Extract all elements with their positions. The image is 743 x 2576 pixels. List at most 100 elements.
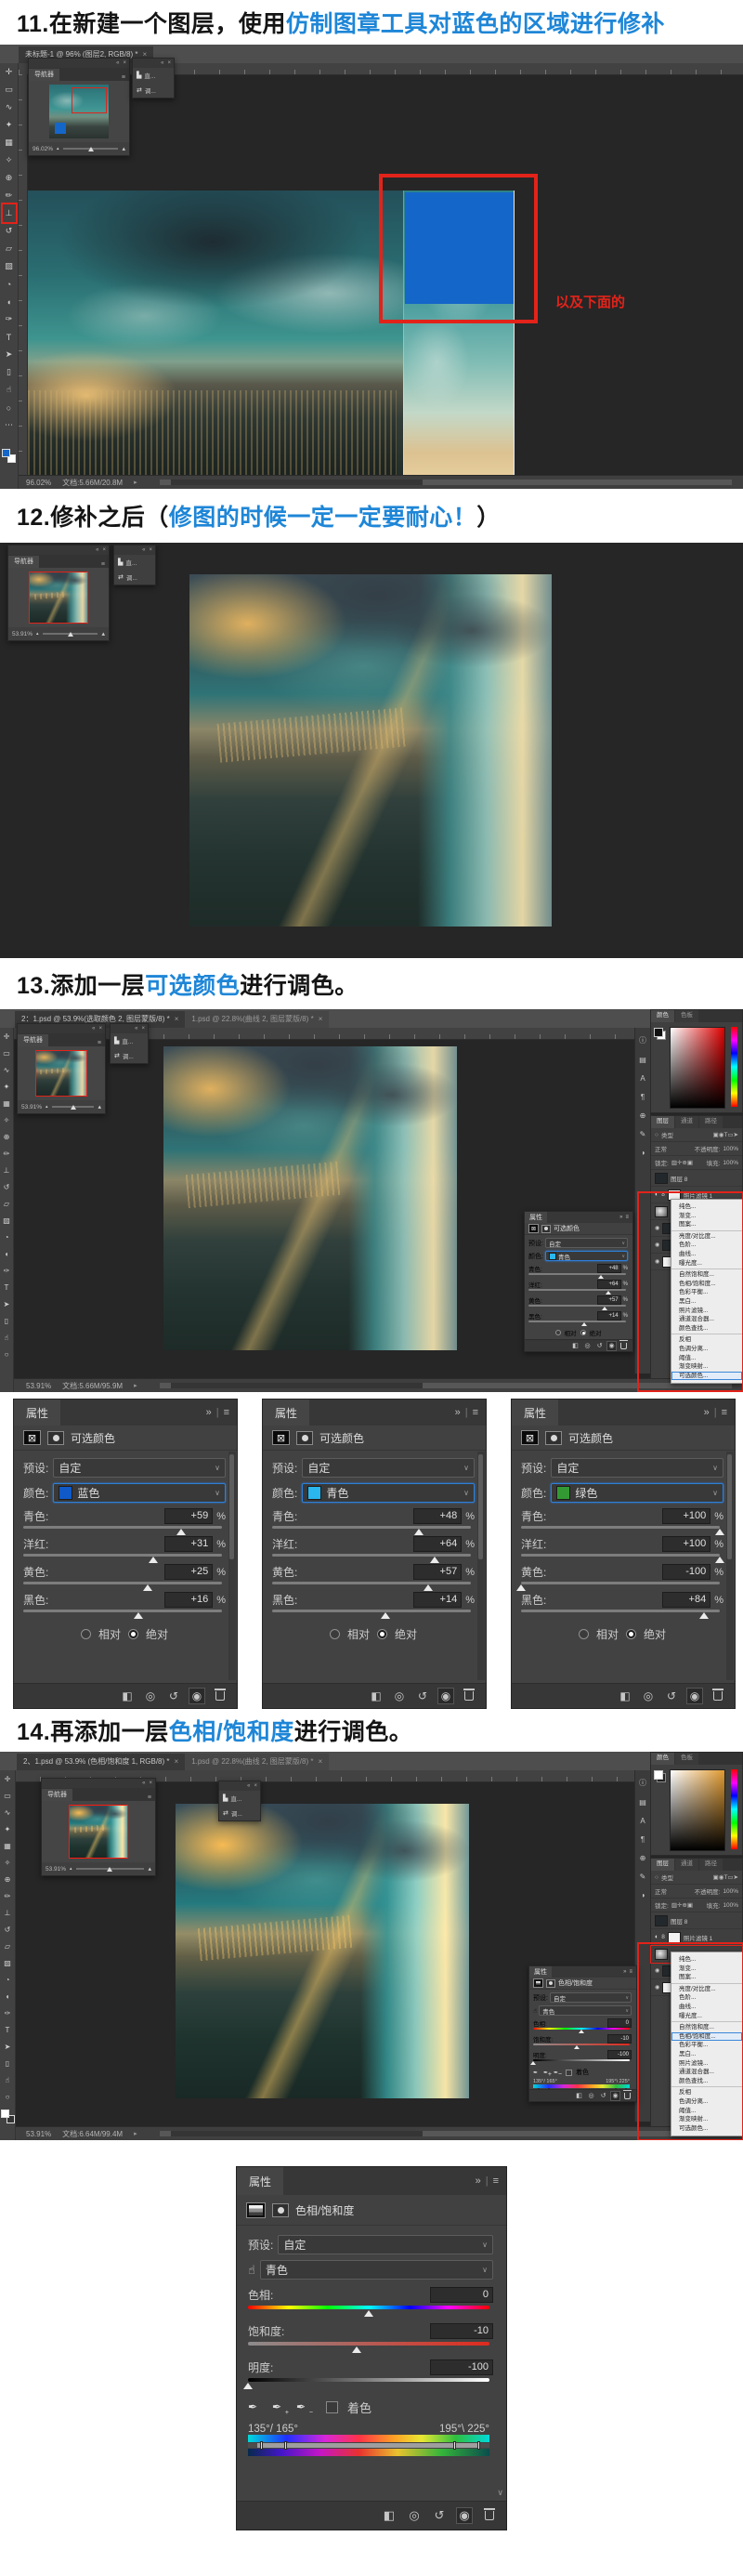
adjustment-menu-item[interactable]: 图案... (671, 1220, 742, 1231)
path-select-tool-icon[interactable]: ➤ (3, 346, 16, 363)
close-icon[interactable]: × (98, 1024, 102, 1033)
channels-tab[interactable]: 通道 (675, 1116, 698, 1128)
visibility-eye-icon[interactable]: ◉ (189, 1689, 204, 1703)
collapse-icon[interactable]: « (247, 1781, 250, 1791)
navigator-zoom-slider[interactable] (76, 1868, 145, 1870)
panel-menu-icon[interactable]: ≡ (101, 561, 109, 568)
adjustment-menu-item[interactable]: 渐变... (671, 1212, 742, 1221)
quick-select-tool-icon[interactable]: ✦ (3, 116, 16, 134)
brush-tool-icon[interactable]: ✏ (3, 187, 16, 204)
fg-bg-swatches[interactable] (654, 1770, 666, 1782)
paragraph-panel-icon[interactable]: ¶ (641, 1093, 645, 1101)
color-swatches[interactable] (2, 449, 16, 463)
previous-state-icon[interactable]: ◎ (587, 2092, 595, 2100)
panel-collapse-icon[interactable]: » (206, 1407, 212, 1418)
marquee-tool-icon[interactable]: ▭ (0, 1045, 13, 1061)
adjustment-menu-item[interactable]: 黑白... (671, 2050, 742, 2059)
status-zoom[interactable]: 53.91% (26, 1382, 51, 1390)
search-icon[interactable]: ○ (655, 1874, 658, 1881)
brush-settings-panel-icon[interactable]: ✎ (640, 1130, 646, 1138)
adjustments-panel-button[interactable]: ⇄调... (111, 1048, 148, 1063)
slider-track[interactable] (528, 1304, 626, 1310)
panel-menu-icon[interactable]: ≡ (629, 1969, 632, 1975)
status-chevron-icon[interactable]: ▸ (134, 1382, 137, 1389)
fg-bg-swatches[interactable] (654, 1028, 666, 1040)
slider-track[interactable] (521, 1580, 720, 1591)
preset-select[interactable]: 自定 (551, 1458, 723, 1478)
properties-tab[interactable]: 属性 (525, 1212, 547, 1223)
properties-tab[interactable]: 属性 (529, 1966, 552, 1978)
properties-tab[interactable]: 属性 (237, 2167, 283, 2195)
hue-range-slider[interactable] (248, 2443, 489, 2448)
slider-thumb[interactable] (699, 1612, 709, 1619)
zoom-tool-icon[interactable]: ○ (1, 2088, 14, 2105)
slider-track[interactable] (521, 1524, 720, 1535)
layer-row[interactable]: 图层 8 (651, 1170, 742, 1187)
slider-thumb[interactable] (414, 1529, 424, 1535)
histogram-panel-button[interactable]: ▙直... (114, 555, 155, 570)
absolute-radio[interactable] (377, 1629, 387, 1639)
slider-value-box[interactable]: +57 (413, 1564, 462, 1580)
adjustments-panel-button[interactable]: ⇄调... (219, 1806, 260, 1820)
collapse-icon[interactable]: « (161, 59, 163, 68)
histogram-panel-button[interactable]: ▙直... (133, 68, 174, 83)
status-zoom[interactable]: 96.02% (26, 479, 51, 487)
slider-value-box[interactable]: +64 (597, 1280, 621, 1289)
quick-select-tool-icon[interactable]: ✦ (1, 1820, 14, 1837)
gradient-tool-icon[interactable]: ▨ (1, 1954, 14, 1971)
slider-value-box[interactable]: +48 (597, 1264, 621, 1273)
preset-select[interactable]: 自定 (302, 1458, 475, 1478)
reset-icon[interactable]: ↺ (599, 2092, 607, 2100)
subtract-eyedropper-icon[interactable]: ✒− (554, 2070, 560, 2076)
slider-track[interactable] (248, 2304, 489, 2318)
pen-tool-icon[interactable]: ✑ (1, 2004, 14, 2021)
color-tab[interactable]: 颜色 (651, 1010, 674, 1022)
blur-tool-icon[interactable]: ◔ (3, 275, 16, 293)
slider-value-box[interactable]: +100 (662, 1536, 710, 1552)
horizontal-scrollbar[interactable] (160, 480, 732, 485)
adjustment-menu-item[interactable]: 曝光度... (671, 1259, 742, 1270)
panel-menu-icon[interactable]: ≡ (122, 74, 129, 81)
zoom-in-icon[interactable]: ▴ (98, 1103, 101, 1111)
brush-tool-icon[interactable]: ✏ (0, 1145, 13, 1162)
delete-icon[interactable] (213, 1689, 228, 1703)
navigator-tab[interactable]: 导航器 (29, 69, 59, 81)
relative-radio[interactable] (555, 1330, 561, 1335)
panel-collapse-icon[interactable]: » (704, 1407, 710, 1418)
marquee-tool-icon[interactable]: ▭ (3, 81, 16, 99)
channel-select[interactable]: 青色 (539, 2005, 632, 2016)
lasso-tool-icon[interactable]: ∿ (0, 1061, 13, 1078)
histogram-panel-icon[interactable]: ▤ (639, 1798, 646, 1807)
slider-thumb[interactable] (602, 1307, 607, 1310)
adjustment-menu-item[interactable]: 反相 (671, 2088, 742, 2097)
healing-brush-tool-icon[interactable]: ⊕ (3, 169, 16, 187)
delete-icon[interactable] (482, 2508, 497, 2523)
layer-mask-icon[interactable] (272, 2203, 289, 2217)
slider-track[interactable] (533, 2058, 630, 2065)
slider-thumb[interactable] (176, 1529, 186, 1535)
reset-icon[interactable]: ↺ (664, 1689, 679, 1703)
adjustment-menu-item[interactable]: 图案... (671, 1973, 742, 1984)
colorize-checkbox[interactable] (566, 2070, 572, 2076)
navigator-thumbnail[interactable] (35, 1050, 87, 1097)
slider-thumb[interactable] (134, 1612, 143, 1619)
relative-radio[interactable] (579, 1629, 589, 1639)
adjustment-menu-item[interactable]: 照片滤镜... (671, 1307, 742, 1316)
adjustment-menu-item[interactable]: 曲线... (671, 1250, 742, 1259)
add-eyedropper-icon[interactable]: ✒+ (272, 2400, 287, 2414)
zoom-out-icon[interactable]: ▴ (36, 631, 39, 637)
hand-tool-icon[interactable]: ☝ (0, 1329, 13, 1346)
slider-thumb[interactable] (424, 1584, 433, 1591)
adjustment-menu-item[interactable]: 曝光度... (671, 2012, 742, 2023)
layers-tab[interactable]: 图层 (651, 1116, 674, 1128)
crop-tool-icon[interactable]: ▦ (0, 1095, 13, 1111)
adjustment-menu-item[interactable]: 色阶... (671, 1993, 742, 2003)
close-icon[interactable]: × (175, 1754, 179, 1770)
slider-track[interactable] (528, 1272, 626, 1279)
adjustment-menu-item[interactable]: 色彩平衡... (671, 1288, 742, 1297)
slider-value-box[interactable]: 0 (607, 2018, 632, 2028)
zoom-tool-icon[interactable]: ○ (0, 1346, 13, 1362)
adjustment-menu-item[interactable]: 色阶... (671, 1241, 742, 1250)
filter-type-label[interactable]: 类型 (661, 1130, 673, 1139)
slider-value-box[interactable]: -100 (662, 1564, 710, 1580)
